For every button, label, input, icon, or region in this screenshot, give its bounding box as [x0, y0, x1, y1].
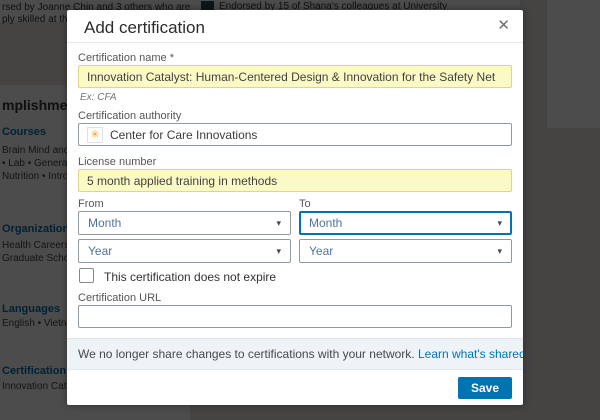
- does-not-expire-label: This certification does not expire: [104, 270, 277, 284]
- modal-header: Add certification ✕: [67, 10, 523, 43]
- sharing-note: We no longer share changes to certificat…: [67, 338, 523, 370]
- from-year-select[interactable]: Year ▾: [78, 239, 291, 263]
- license-number-label: License number: [78, 156, 157, 168]
- to-month-value: Month: [309, 216, 343, 230]
- certification-authority-label: Certification authority: [78, 110, 182, 122]
- to-label: To: [299, 198, 311, 210]
- chevron-down-icon: ▾: [497, 245, 502, 256]
- from-year-value: Year: [88, 244, 113, 258]
- chevron-down-icon: ▾: [497, 217, 502, 228]
- from-label: From: [78, 198, 104, 210]
- learn-whats-shared-link[interactable]: Learn what's shared: [418, 347, 523, 361]
- sharing-note-text: We no longer share changes to certificat…: [78, 347, 415, 361]
- authority-logo-icon: ✳: [87, 126, 103, 143]
- license-number-input[interactable]: [78, 169, 512, 192]
- to-year-value: Year: [309, 244, 334, 258]
- certification-url-input[interactable]: [78, 305, 512, 328]
- required-marker: *: [169, 52, 174, 64]
- from-month-value: Month: [88, 216, 122, 230]
- to-year-select[interactable]: Year ▾: [299, 239, 512, 263]
- close-icon[interactable]: ✕: [497, 17, 510, 35]
- certification-name-input[interactable]: [78, 65, 512, 88]
- certification-url-label: Certification URL: [78, 292, 162, 304]
- certification-authority-input[interactable]: ✳ Center for Care Innovations: [78, 123, 512, 146]
- add-certification-modal: Add certification ✕ Certification name *…: [67, 10, 523, 405]
- screen: rsed by Joanne Chin and 3 others who are…: [0, 0, 600, 420]
- certification-name-helper: Ex: CFA: [80, 92, 117, 103]
- does-not-expire-checkbox[interactable]: [79, 268, 94, 283]
- to-month-select[interactable]: Month ▾: [299, 211, 512, 235]
- certification-authority-value: Center for Care Innovations: [110, 127, 258, 142]
- chevron-down-icon: ▾: [276, 245, 281, 256]
- save-button[interactable]: Save: [457, 377, 512, 399]
- chevron-down-icon: ▾: [276, 217, 281, 228]
- modal-title: Add certification: [84, 18, 205, 37]
- certification-name-label: Certification name *: [78, 52, 174, 64]
- from-month-select[interactable]: Month ▾: [78, 211, 291, 235]
